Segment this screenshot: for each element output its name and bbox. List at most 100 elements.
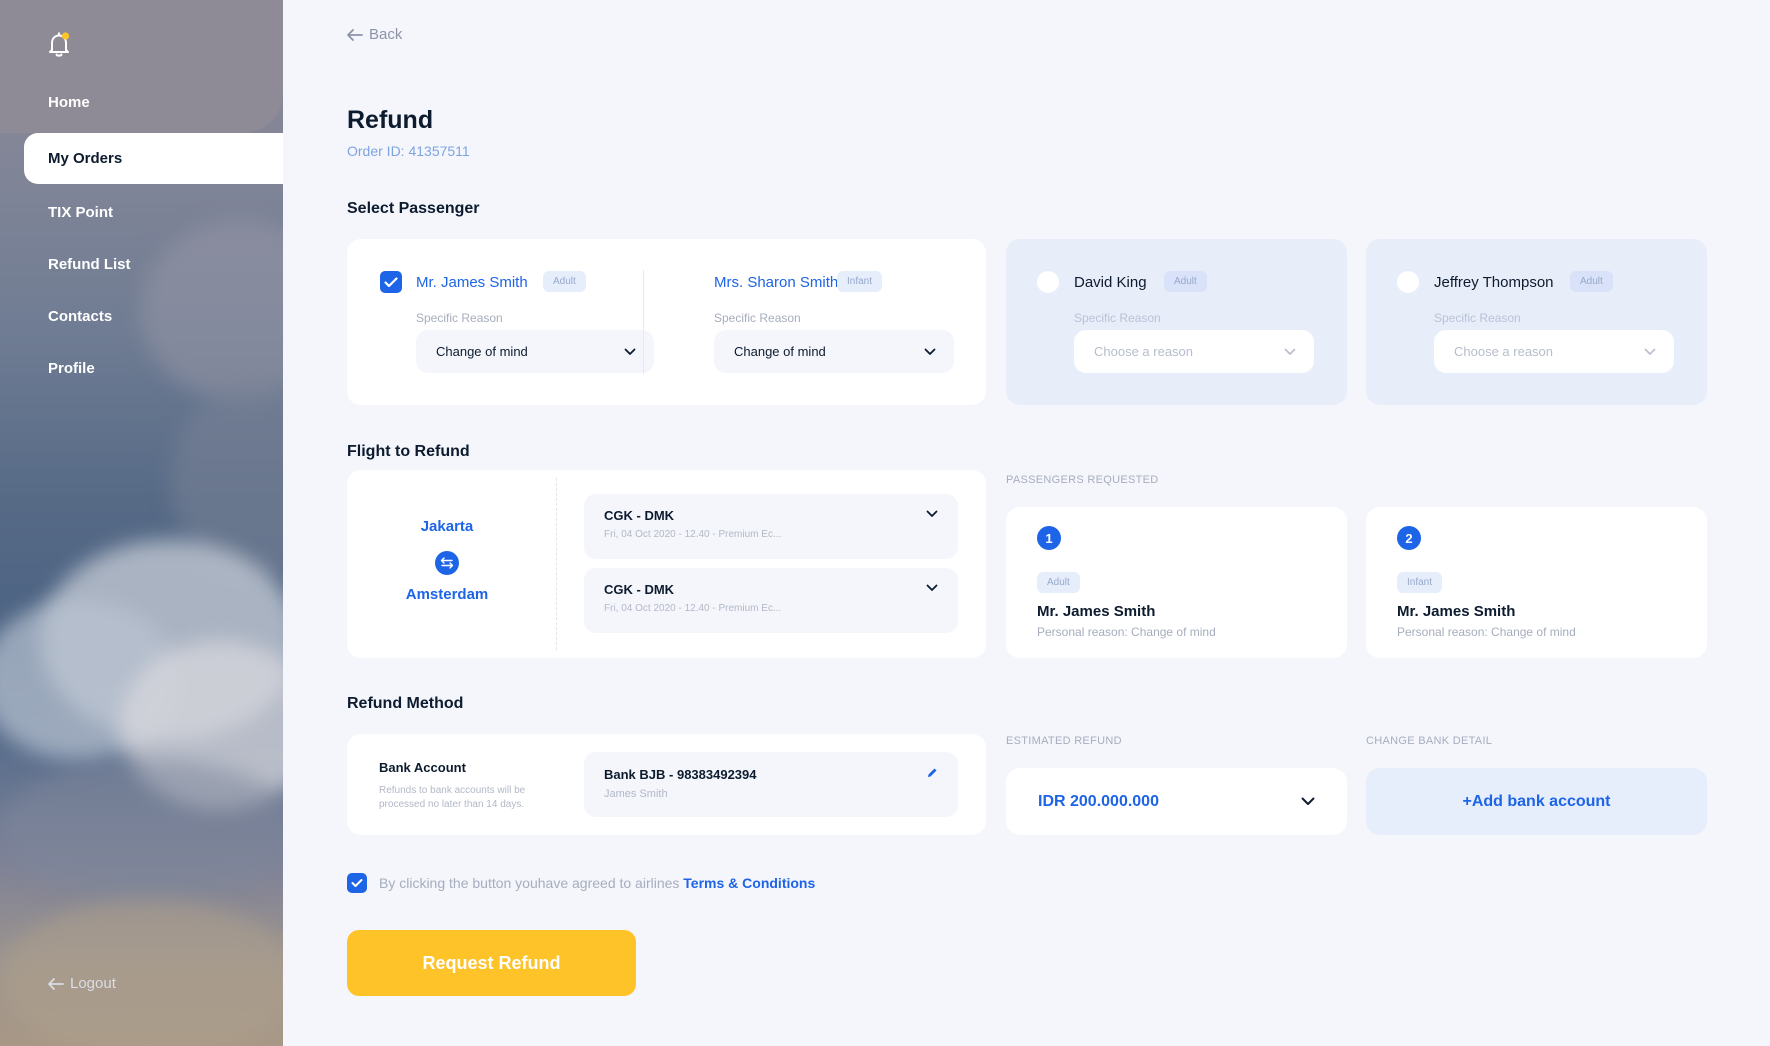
passenger-name: Mr. James Smith — [416, 274, 528, 291]
change-bank-title: CHANGE BANK DETAIL — [1366, 735, 1493, 747]
flight-detail: Fri, 04 Oct 2020 - 12.40 - Premium Ec... — [604, 603, 782, 614]
passenger-checkbox-david[interactable] — [1037, 271, 1059, 293]
agreement-checkbox[interactable] — [347, 873, 367, 893]
checkmark-icon — [351, 879, 363, 887]
passenger-number: 2 — [1397, 526, 1421, 550]
estimated-refund-amount: IDR 200.000.000 — [1038, 792, 1159, 810]
chevron-down-icon — [1284, 348, 1296, 355]
passenger-type-badge: Adult — [1037, 572, 1080, 593]
passenger-name: Mrs. Sharon Smith — [714, 274, 839, 291]
passenger-type-badge: Adult — [1164, 271, 1207, 292]
cloud-decoration — [140, 220, 283, 400]
sidebar: Home My Orders TIX Point Refund List Con… — [0, 0, 283, 1046]
bank-account-holder: James Smith — [604, 788, 668, 800]
flight-detail: Fri, 04 Oct 2020 - 12.40 - Premium Ec... — [604, 529, 782, 540]
passenger-card-jeffrey: Jeffrey Thompson Adult Specific Reason C… — [1366, 239, 1707, 405]
swap-icon[interactable] — [435, 551, 459, 575]
specific-reason-label: Specific Reason — [1074, 311, 1161, 325]
reason-select-sharon[interactable]: Change of mind — [714, 330, 954, 373]
flight-card: Jakarta Amsterdam CGK - DMK Fri, 04 Oct … — [347, 470, 986, 658]
passenger-reason: Personal reason: Change of mind — [1037, 625, 1216, 639]
divider — [556, 478, 557, 650]
passenger-type-badge: Adult — [1570, 271, 1613, 292]
chevron-down-icon — [1644, 348, 1656, 355]
reason-select-james[interactable]: Change of mind — [416, 330, 654, 373]
flight-destination: Amsterdam — [405, 586, 489, 603]
reason-select-david[interactable]: Choose a reason — [1074, 330, 1314, 373]
passenger-number: 1 — [1037, 526, 1061, 550]
chevron-down-icon — [926, 510, 938, 517]
passenger-card-david: David King Adult Specific Reason Choose … — [1006, 239, 1347, 405]
main-content: Back Refund Order ID: 41357511 Select Pa… — [283, 0, 1770, 1046]
passenger-reason: Personal reason: Change of mind — [1397, 625, 1576, 639]
back-label: Back — [369, 26, 403, 43]
estimated-refund-select[interactable]: IDR 200.000.000 — [1006, 768, 1347, 835]
arrow-left-icon — [48, 977, 64, 990]
passenger-checkbox-james[interactable] — [380, 271, 402, 293]
chevron-down-icon — [926, 584, 938, 591]
passenger-name: David King — [1074, 274, 1147, 291]
bank-account-field[interactable]: Bank BJB - 98383492394 James Smith — [584, 752, 958, 817]
sidebar-item-home[interactable]: Home — [48, 94, 90, 111]
back-button[interactable]: Back — [347, 26, 402, 43]
refund-method-card: Bank Account Refunds to bank accounts wi… — [347, 734, 986, 835]
passenger-name: Mr. James Smith — [1037, 603, 1156, 620]
refund-method-title: Refund Method — [347, 695, 464, 712]
edit-pencil-icon[interactable] — [926, 767, 938, 779]
bank-account-number: Bank BJB - 98383492394 — [604, 767, 757, 782]
checkmark-icon — [384, 276, 398, 287]
agreement-label: By clicking the button youhave agreed to… — [379, 875, 684, 891]
divider — [643, 270, 644, 374]
sidebar-top-panel — [0, 0, 283, 133]
sidebar-item-my-orders[interactable]: My Orders — [24, 133, 283, 184]
logout-button[interactable]: Logout — [48, 975, 116, 992]
cloud-decoration — [0, 900, 283, 1046]
add-bank-account-label: +Add bank account — [1462, 792, 1611, 810]
passenger-type-badge: Adult — [543, 271, 586, 292]
logout-label: Logout — [70, 975, 116, 992]
passenger-name: Mr. James Smith — [1397, 603, 1516, 620]
flight-route: CGK - DMK — [604, 508, 675, 523]
add-bank-account-button[interactable]: +Add bank account — [1366, 768, 1707, 835]
chevron-down-icon — [624, 348, 636, 355]
flight-route: CGK - DMK — [604, 582, 675, 597]
chevron-down-icon — [1301, 797, 1315, 805]
arrow-left-icon — [347, 28, 363, 41]
sidebar-item-tix-point[interactable]: TIX Point — [48, 204, 113, 221]
refund-method-name: Bank Account — [379, 760, 466, 775]
reason-value: Change of mind — [734, 344, 826, 359]
request-refund-button[interactable]: Request Refund — [347, 930, 636, 996]
specific-reason-label: Specific Reason — [714, 311, 801, 325]
order-id: Order ID: 41357511 — [347, 143, 470, 159]
terms-link[interactable]: Terms & Conditions — [683, 875, 815, 891]
requested-passenger-card: 2 Infant Mr. James Smith Personal reason… — [1366, 507, 1707, 658]
passenger-name: Jeffrey Thompson — [1434, 274, 1554, 291]
page-title: Refund — [347, 106, 434, 134]
notification-bell-icon[interactable] — [46, 30, 72, 63]
chevron-down-icon — [924, 348, 936, 355]
estimated-refund-title: ESTIMATED REFUND — [1006, 735, 1122, 747]
reason-placeholder: Choose a reason — [1094, 344, 1194, 359]
agreement-text: By clicking the button youhave agreed to… — [379, 875, 815, 891]
select-passenger-title: Select Passenger — [347, 200, 480, 217]
requested-passenger-card: 1 Adult Mr. James Smith Personal reason:… — [1006, 507, 1347, 658]
specific-reason-label: Specific Reason — [1434, 311, 1521, 325]
specific-reason-label: Specific Reason — [416, 311, 503, 325]
flight-option-2[interactable]: CGK - DMK Fri, 04 Oct 2020 - 12.40 - Pre… — [584, 568, 958, 633]
flight-origin: Jakarta — [420, 518, 474, 535]
refund-method-note: Refunds to bank accounts will be process… — [379, 785, 526, 810]
sidebar-item-refund-list[interactable]: Refund List — [48, 256, 131, 273]
reason-value: Change of mind — [436, 344, 528, 359]
sidebar-item-contacts[interactable]: Contacts — [48, 308, 112, 325]
flight-to-refund-title: Flight to Refund — [347, 443, 470, 460]
passenger-checkbox-jeffrey[interactable] — [1397, 271, 1419, 293]
reason-select-jeffrey[interactable]: Choose a reason — [1434, 330, 1674, 373]
passenger-type-badge: Infant — [1397, 572, 1443, 593]
passengers-requested-title: PASSENGERS REQUESTED — [1006, 474, 1159, 486]
sidebar-item-profile[interactable]: Profile — [48, 360, 95, 377]
passenger-type-badge: Infant — [837, 271, 883, 292]
reason-placeholder: Choose a reason — [1454, 344, 1554, 359]
passenger-card-main: Mr. James Smith Adult Specific Reason Ch… — [347, 239, 986, 405]
cloud-decoration — [0, 760, 283, 900]
flight-option-1[interactable]: CGK - DMK Fri, 04 Oct 2020 - 12.40 - Pre… — [584, 494, 958, 559]
